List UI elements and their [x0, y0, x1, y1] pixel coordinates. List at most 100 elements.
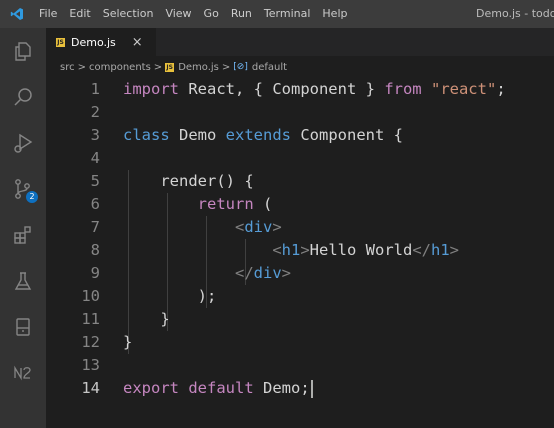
line-number: 13: [81, 356, 100, 374]
code-token: class: [123, 126, 170, 144]
code-token: export: [123, 379, 179, 397]
search-icon[interactable]: [0, 74, 46, 120]
menu-help[interactable]: Help: [316, 0, 353, 28]
menu-go[interactable]: Go: [198, 0, 225, 28]
breadcrumb-symbol[interactable]: default: [252, 62, 287, 73]
line-number: 8: [90, 241, 100, 259]
code-text: </div>: [123, 262, 291, 285]
code-token: >: [449, 241, 460, 259]
code-line[interactable]: 13: [46, 354, 554, 377]
code-token: (: [253, 195, 273, 213]
code-text: }: [123, 331, 132, 354]
menu-terminal[interactable]: Terminal: [258, 0, 317, 28]
vscode-logo-icon: [0, 0, 33, 28]
menu-edit[interactable]: Edit: [63, 0, 96, 28]
chevron-right-icon: >: [77, 61, 86, 73]
code-token: import: [123, 80, 179, 98]
code-text: );: [123, 285, 217, 308]
code-line[interactable]: 9 </div>: [46, 262, 554, 285]
code-token: return: [197, 195, 254, 213]
code-token: div: [244, 218, 273, 236]
code-token: >: [281, 264, 291, 282]
code-token: </: [234, 264, 254, 282]
line-number: 12: [81, 333, 100, 351]
source-control-badge: 2: [26, 191, 38, 203]
breadcrumb-components[interactable]: components: [89, 62, 151, 73]
code-text: render() {: [123, 170, 254, 193]
code-text: export default Demo;: [123, 377, 313, 400]
close-icon[interactable]: ×: [132, 35, 143, 50]
menu-selection[interactable]: Selection: [97, 0, 160, 28]
code-token: h1: [431, 241, 450, 259]
code-token: <: [272, 241, 282, 259]
menu-file[interactable]: File: [33, 0, 63, 28]
code-text: }: [123, 308, 170, 331]
code-token: Hello World: [309, 241, 413, 259]
code-token: </: [412, 241, 431, 259]
line-number: 5: [90, 172, 100, 190]
line-number: 1: [90, 80, 100, 98]
menu-view[interactable]: View: [159, 0, 197, 28]
code-token: <: [234, 218, 245, 236]
code-token: from: [384, 80, 422, 98]
line-number: 14: [81, 379, 100, 397]
chevron-right-icon: >: [153, 61, 163, 73]
code-text: class Demo extends Component {: [123, 124, 403, 147]
code-token: "react": [430, 80, 497, 98]
source-control-icon[interactable]: 2: [0, 166, 46, 212]
code-token: );: [123, 287, 217, 305]
title-bar: File Edit Selection View Go Run Terminal…: [0, 0, 554, 28]
code-text: <div>: [123, 216, 282, 239]
code-line[interactable]: 14 export default Demo;: [46, 377, 554, 400]
remote-explorer-icon[interactable]: [0, 304, 46, 350]
code-token: h1: [281, 241, 301, 259]
line-number: 4: [90, 149, 100, 167]
line-number: 3: [90, 126, 100, 144]
testing-icon[interactable]: [0, 258, 46, 304]
code-line[interactable]: 10 );: [46, 285, 554, 308]
tab-label: Demo.js: [71, 35, 116, 49]
code-text: return (: [123, 193, 273, 216]
code-text: import React, { Component } from "react"…: [123, 78, 506, 101]
menu-run[interactable]: Run: [225, 0, 258, 28]
breadcrumb-src[interactable]: src: [60, 62, 75, 73]
code-line[interactable]: 6 return (: [46, 193, 554, 216]
variable-symbol-icon: [⊘]: [233, 62, 248, 72]
code-line[interactable]: 11 }: [46, 308, 554, 331]
code-token: React, { Component }: [179, 80, 385, 98]
line-number: 6: [90, 195, 100, 213]
code-line[interactable]: 8 <h1>Hello World</h1>: [46, 239, 554, 262]
editor-tabs: JS Demo.js ×: [46, 28, 554, 56]
breadcrumb-file[interactable]: Demo.js: [178, 62, 219, 73]
code-line[interactable]: 1 import React, { Component } from "react…: [46, 78, 554, 101]
js-file-icon: JS: [165, 62, 175, 72]
tab-demo-js[interactable]: JS Demo.js ×: [46, 28, 156, 56]
line-number: 9: [90, 264, 100, 282]
line-number: 10: [81, 287, 100, 305]
code-token: >: [300, 241, 310, 259]
extensions-icon[interactable]: [0, 212, 46, 258]
code-line[interactable]: 12}: [46, 331, 554, 354]
js-file-icon: JS: [56, 37, 65, 47]
code-token: Component {: [291, 126, 403, 144]
code-line[interactable]: 5 render() {: [46, 170, 554, 193]
code-line[interactable]: 2: [46, 101, 554, 124]
code-line[interactable]: 7 <div>: [46, 216, 554, 239]
code-token: render() {: [123, 172, 254, 190]
code-editor[interactable]: 1 import React, { Component } from "react…: [46, 78, 554, 428]
code-line[interactable]: 3 class Demo extends Component {: [46, 124, 554, 147]
code-line[interactable]: 4: [46, 147, 554, 170]
n2-extension-icon[interactable]: [0, 350, 46, 396]
run-debug-icon[interactable]: [0, 120, 46, 166]
line-number: 11: [81, 310, 100, 328]
explorer-icon[interactable]: [0, 28, 46, 74]
text-cursor: [310, 379, 313, 398]
code-token: >: [272, 218, 282, 236]
code-token: }: [123, 310, 170, 328]
code-token: default: [188, 379, 254, 397]
